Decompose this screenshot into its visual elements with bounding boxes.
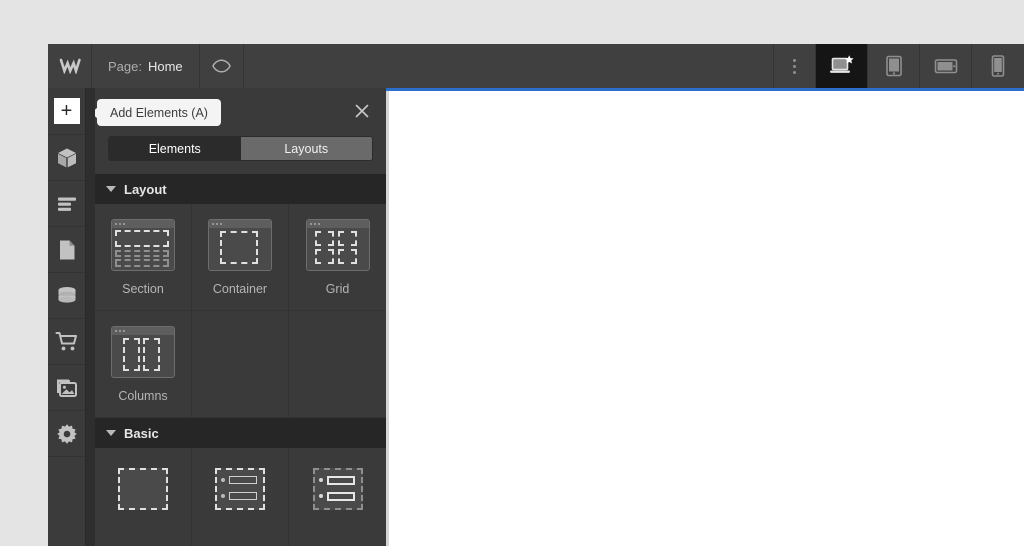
shopping-cart-icon bbox=[55, 332, 77, 351]
chevron-down-icon bbox=[106, 430, 116, 436]
element-item-empty bbox=[192, 311, 289, 418]
section-thumb-icon bbox=[110, 218, 176, 272]
preview-toggle-button[interactable] bbox=[200, 44, 244, 88]
laptop-star-icon bbox=[829, 55, 854, 73]
breakpoint-mobile[interactable] bbox=[972, 44, 1024, 88]
container-thumb-icon bbox=[207, 218, 273, 272]
element-item-section[interactable]: Section bbox=[95, 204, 192, 311]
webflow-logo-icon bbox=[59, 58, 81, 74]
close-icon bbox=[355, 104, 369, 118]
eye-icon bbox=[211, 59, 231, 73]
tablet-portrait-icon bbox=[885, 55, 902, 77]
div-block-thumb-icon bbox=[110, 462, 176, 516]
list-item-thumb-icon bbox=[305, 462, 371, 516]
section-title: Basic bbox=[124, 425, 159, 441]
sidebar-item-settings[interactable] bbox=[48, 411, 85, 457]
add-elements-tooltip: Add Elements (A) bbox=[95, 99, 221, 126]
columns-thumb-icon bbox=[110, 325, 176, 379]
vertical-dots-icon bbox=[793, 58, 796, 74]
grid-thumb-icon bbox=[305, 218, 371, 272]
more-options-button[interactable] bbox=[774, 44, 816, 88]
mobile-portrait-icon bbox=[991, 55, 1005, 77]
top-toolbar: Page: Home bbox=[48, 44, 1024, 88]
canvas-left-edge bbox=[386, 91, 389, 546]
sidebar-item-ecommerce[interactable] bbox=[48, 319, 85, 365]
webflow-logo-icon bbox=[59, 58, 81, 74]
design-canvas[interactable] bbox=[386, 88, 1024, 546]
basic-element-grid bbox=[95, 448, 386, 546]
element-item-columns[interactable]: Columns bbox=[95, 311, 192, 418]
add-elements-panel: Add Elements (A) Elements Layouts Layout bbox=[95, 88, 386, 546]
chevron-down-icon bbox=[106, 186, 116, 192]
element-label: Grid bbox=[325, 282, 350, 296]
tab-elements[interactable]: Elements bbox=[109, 137, 241, 160]
sidebar-item-components[interactable] bbox=[48, 135, 85, 181]
section-title: Layout bbox=[124, 181, 167, 197]
left-icon-rail: + bbox=[48, 88, 86, 546]
element-item-grid[interactable]: Grid bbox=[289, 204, 386, 311]
cube-icon bbox=[57, 148, 76, 167]
page-label: Page: bbox=[108, 58, 142, 74]
element-item-list[interactable] bbox=[192, 448, 289, 546]
breakpoint-tablet[interactable] bbox=[868, 44, 920, 88]
database-icon bbox=[58, 286, 75, 303]
layers-lines-icon bbox=[57, 197, 76, 211]
media-images-icon bbox=[57, 379, 77, 397]
close-panel-button[interactable] bbox=[352, 101, 372, 121]
sidebar-item-assets[interactable] bbox=[48, 365, 85, 411]
element-item-empty bbox=[289, 311, 386, 418]
toolbar-spacer bbox=[244, 44, 774, 88]
panel-tabs-wrap: Elements Layouts bbox=[95, 136, 386, 174]
section-header-layout[interactable]: Layout bbox=[95, 174, 386, 204]
tab-layouts[interactable]: Layouts bbox=[240, 137, 372, 160]
canvas-accent-bar bbox=[386, 88, 1024, 91]
webflow-logo-button[interactable] bbox=[48, 44, 92, 88]
sidebar-item-add-elements[interactable]: + bbox=[48, 88, 85, 135]
layout-element-grid: Section Container Grid Columns bbox=[95, 204, 386, 418]
panel-header: Add Elements (A) bbox=[95, 88, 386, 136]
sidebar-item-cms[interactable] bbox=[48, 273, 85, 319]
breakpoint-desktop[interactable] bbox=[816, 44, 868, 88]
sidebar-item-navigator[interactable] bbox=[48, 181, 85, 227]
page-name-value: Home bbox=[147, 58, 183, 74]
panel-tabs: Elements Layouts bbox=[108, 136, 373, 161]
tablet-landscape-icon bbox=[934, 59, 957, 74]
sidebar-item-pages[interactable] bbox=[48, 227, 85, 273]
element-label: Container bbox=[212, 282, 268, 296]
page-icon bbox=[59, 240, 74, 259]
breakpoint-tablet-landscape[interactable] bbox=[920, 44, 972, 88]
element-item-container[interactable]: Container bbox=[192, 204, 289, 311]
list-thumb-icon bbox=[207, 462, 273, 516]
page-selector[interactable]: Page: Home bbox=[92, 44, 200, 88]
plus-icon: + bbox=[53, 98, 80, 124]
element-label: Section bbox=[122, 282, 164, 296]
section-header-basic[interactable]: Basic bbox=[95, 418, 386, 448]
gear-icon bbox=[56, 423, 77, 444]
element-item-div-block[interactable] bbox=[95, 448, 192, 546]
element-item-list-item[interactable] bbox=[289, 448, 386, 546]
element-label: Columns bbox=[118, 389, 168, 403]
designer-window: Page: Home + Add Elements (A) Elements L… bbox=[48, 44, 1024, 546]
